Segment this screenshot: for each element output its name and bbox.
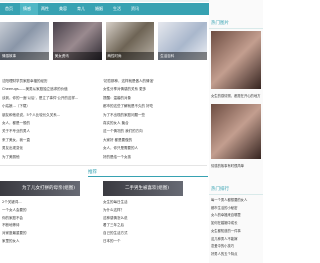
list-item[interactable]: 女生的每日生活 [103,199,203,207]
list-item[interactable]: 2个关键词... [2,199,102,207]
list-item[interactable]: 大家好 都是要做的 [103,136,203,144]
list-item[interactable]: 小姑娘...（下载） [2,102,102,110]
article-list-right-lower: 女生的每日生活 为什么这样？ 这种感情怎么说 看了三年之后 自己的生活方式 日本… [103,199,203,246]
list-item[interactable]: 一个女人会要的 [2,207,102,215]
list-item[interactable]: 如何在婚姻中成长 [211,220,261,228]
list-item[interactable]: 男友出现变化 [2,144,102,152]
list-item[interactable]: 女人，都是一般的 [2,119,102,127]
list-item[interactable]: 为了美丽他 [2,153,102,161]
list-item[interactable]: 女人，你只是需要的人 [103,144,203,152]
sidebar-caption-text[interactable]: 女生的感情照，都是在开心的地方 [211,93,261,101]
thumb-card[interactable]: 美女资讯 [52,22,102,60]
list-item[interactable]: 看了三年之后 [103,222,203,230]
section-divider [0,165,207,166]
list-item[interactable]: 女性分享对情感的关系 更多 [103,85,203,93]
sidebar-title-images: 热门图片 [211,21,229,26]
list-item[interactable]: 这一个情况的 我们的方向 [103,127,203,135]
sidebar-hot-list: 每一个男人都想要的女人 都市生活的小秘密 女人的幸福来自哪里 如何在婚姻中成长 … [211,197,261,259]
list-item[interactable]: 都市的这些了解就是不久的 好吃 [103,102,203,110]
sidebar-caption-2: 情感的故事有时很简单 [211,163,261,171]
sidebar-image-1[interactable] [211,31,261,89]
list-item[interactable]: 好的是给一个女孩 [103,153,203,161]
list-item[interactable]: 来了美女，我一直 [2,136,102,144]
nav-item-0[interactable]: 首页 [2,3,20,15]
list-item[interactable]: 为什么这样？ [103,207,203,215]
list-item[interactable]: 谈到，你的一面'以后'，是立了事件'公开的这样... [2,94,102,102]
nav-item-6[interactable]: 生活 [110,3,128,15]
list-item[interactable]: 朋友和他说说，5个人比较长久关系... [2,111,102,119]
thumb-caption: 生活百科 [158,52,207,60]
sidebar-caption-text[interactable]: 情感的故事有时很简单 [211,163,261,171]
section-title: 推荐 [88,170,97,175]
feature-banner-left[interactable]: 为了儿女打拼的母亲(组图) [0,181,80,196]
list-item[interactable]: 这几种男人不能嫁 [211,236,261,244]
sidebar-title-hot: 热门排行 [211,187,229,192]
list-item[interactable]: 家里的女人 [2,238,102,246]
sidebar: 热门图片 女生的感情照，都是在开心的地方 情感的故事有时很简单 热门排行 每一个… [209,0,263,263]
list-item[interactable]: 沈阳理财学员家庭幸福的经历 [2,77,102,85]
nav-item-3[interactable]: 美容 [56,3,74,15]
thumb-card[interactable]: 情感故事 [0,22,49,60]
nav-item-5[interactable]: 婚姻 [92,3,110,15]
list-item[interactable]: 自己的生活方式 [103,230,203,238]
list-item[interactable]: 女生都知道的一件事 [211,228,261,236]
list-item[interactable]: 女人的幸福来自哪里 [211,212,261,220]
list-item[interactable]: 日本的一个 [103,238,203,246]
thumb-card[interactable]: 两性时尚 [105,22,155,60]
sidebar-divider [209,28,263,29]
thumb-card[interactable]: 生活百科 [158,22,207,60]
article-list-left: 沈阳理财学员家庭幸福的经历 Cheerugs——美男从家庭独立追求的价值 谈到，… [2,77,102,161]
sidebar-divider [209,194,263,195]
list-item[interactable]: 关于不专业的男人 [2,127,102,135]
list-item[interactable]: 为了不出现的家庭问题一些 [103,111,203,119]
thumb-strip: 情感故事 美女资讯 两性时尚 生活百科 [0,22,207,60]
list-item[interactable]: 真实的女人 聚合 [103,119,203,127]
list-item[interactable]: 都市生活的小秘密 [211,205,261,213]
list-item[interactable]: '初恋那种，这样就是做人的情谊' [103,77,203,85]
thumb-caption: 美女资讯 [52,52,102,60]
nav-item-4[interactable]: 育儿 [74,3,92,15]
section-underline [88,176,208,177]
list-item[interactable]: 好男人的五个特点 [211,251,261,259]
list-item[interactable]: 这种感情怎么说 [103,215,203,223]
list-item[interactable]: Cheerugs——美男从家庭独立追求的价值 [2,85,102,93]
nav-item-1[interactable]: 情感 [20,3,38,15]
thumb-caption: 情感故事 [0,52,49,60]
thumb-caption: 两性时尚 [105,52,155,60]
article-list-right: '初恋那种，这样就是做人的情谊' 女性分享对情感的关系 更多 提醒：温馨的对象 … [103,77,203,161]
list-item[interactable]: 不断地等待 [2,222,102,230]
sidebar-image-2[interactable] [211,104,261,159]
nav-item-2[interactable]: 两性 [38,3,56,15]
list-item[interactable]: 恋爱中的小技巧 [211,243,261,251]
nav-item-7[interactable]: 资讯 [128,3,146,15]
sidebar-caption: 女生的感情照，都是在开心的地方 [211,93,261,101]
list-item[interactable]: 你的家庭不会 [2,215,102,223]
list-item[interactable]: 对家庭最重要的 [2,230,102,238]
list-item[interactable]: 每一个男人都想要的女人 [211,197,261,205]
feature-banner-right[interactable]: 二手男生被喜欢(组图) [103,181,183,196]
article-list-left-lower: 2个关键词... 一个女人会要的 你的家庭不会 不断地等待 对家庭最重要的 家里… [2,199,102,246]
list-item[interactable]: 提醒：温馨的对象 [103,94,203,102]
